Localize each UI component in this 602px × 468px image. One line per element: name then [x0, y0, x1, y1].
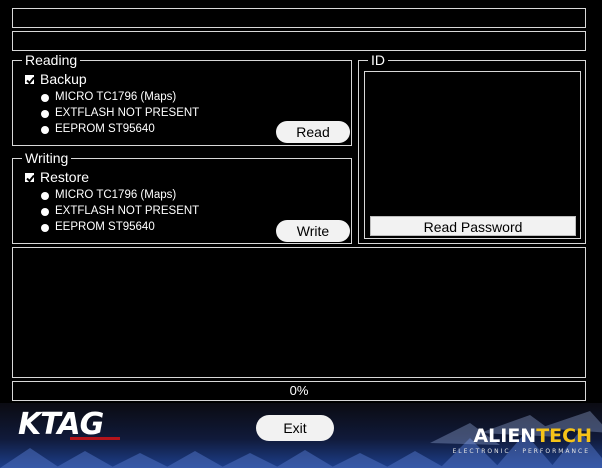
write-button[interactable]: Write	[276, 220, 350, 242]
writing-option-micro[interactable]: MICRO TC1796 (Maps)	[41, 189, 176, 202]
restore-checkbox[interactable]	[25, 172, 35, 182]
writing-option-extflash[interactable]: EXTFLASH NOT PRESENT	[41, 205, 199, 218]
radio-bullet-icon	[41, 125, 49, 134]
progress-bar: 0%	[12, 381, 586, 401]
reading-option-micro[interactable]: MICRO TC1796 (Maps)	[41, 91, 176, 104]
ktag-window: Reading Backup MICRO TC1796 (Maps) EXTFL…	[0, 0, 602, 468]
radio-bullet-icon	[41, 207, 49, 216]
alientech-logo: ALIENTECH	[473, 425, 592, 447]
radio-bullet-icon	[41, 191, 49, 200]
writing-option-label: EEPROM ST95640	[55, 221, 155, 233]
progress-text: 0%	[289, 383, 309, 398]
info-bar-1	[12, 8, 586, 28]
log-area	[12, 247, 586, 378]
alientech-logo-tech: TECH	[536, 425, 592, 447]
read-password-button[interactable]: Read Password	[370, 216, 576, 236]
reading-option-eeprom[interactable]: EEPROM ST95640	[41, 123, 155, 136]
ktag-logo-underline	[70, 437, 120, 440]
backup-checkbox-row[interactable]: Backup	[25, 71, 87, 87]
radio-bullet-icon	[41, 223, 49, 232]
check-icon	[26, 174, 35, 182]
restore-label: Restore	[40, 169, 90, 185]
id-display-box	[364, 71, 581, 239]
writing-option-label: EXTFLASH NOT PRESENT	[55, 205, 200, 217]
info-bar-2	[12, 31, 586, 51]
writing-group: Writing Restore MICRO TC1796 (Maps) EXTF…	[12, 150, 352, 244]
reading-option-label: EXTFLASH NOT PRESENT	[55, 107, 200, 119]
backup-label: Backup	[40, 71, 87, 87]
id-title: ID	[368, 52, 388, 68]
reading-option-extflash[interactable]: EXTFLASH NOT PRESENT	[41, 107, 199, 120]
reading-title: Reading	[22, 52, 81, 68]
writing-option-label: MICRO TC1796 (Maps)	[55, 189, 177, 201]
writing-option-eeprom[interactable]: EEPROM ST95640	[41, 221, 155, 234]
id-group: ID Read Password	[358, 52, 586, 244]
exit-button[interactable]: Exit	[256, 415, 334, 441]
check-icon	[26, 76, 35, 84]
read-button[interactable]: Read	[276, 121, 350, 143]
reading-group: Reading Backup MICRO TC1796 (Maps) EXTFL…	[12, 52, 352, 146]
restore-checkbox-row[interactable]: Restore	[25, 169, 89, 185]
radio-bullet-icon	[41, 93, 49, 102]
alientech-tagline: ELECTRONIC · PERFORMANCE	[452, 448, 590, 455]
backup-checkbox[interactable]	[25, 74, 35, 84]
reading-option-label: EEPROM ST95640	[55, 123, 155, 135]
alientech-logo-alien: ALIEN	[473, 425, 537, 447]
writing-title: Writing	[22, 150, 72, 166]
reading-option-label: MICRO TC1796 (Maps)	[55, 91, 177, 103]
radio-bullet-icon	[41, 109, 49, 118]
footer-brand-bar: KTAG Exit ALIENTECH ELECTRONIC · PERFORM…	[0, 403, 602, 468]
